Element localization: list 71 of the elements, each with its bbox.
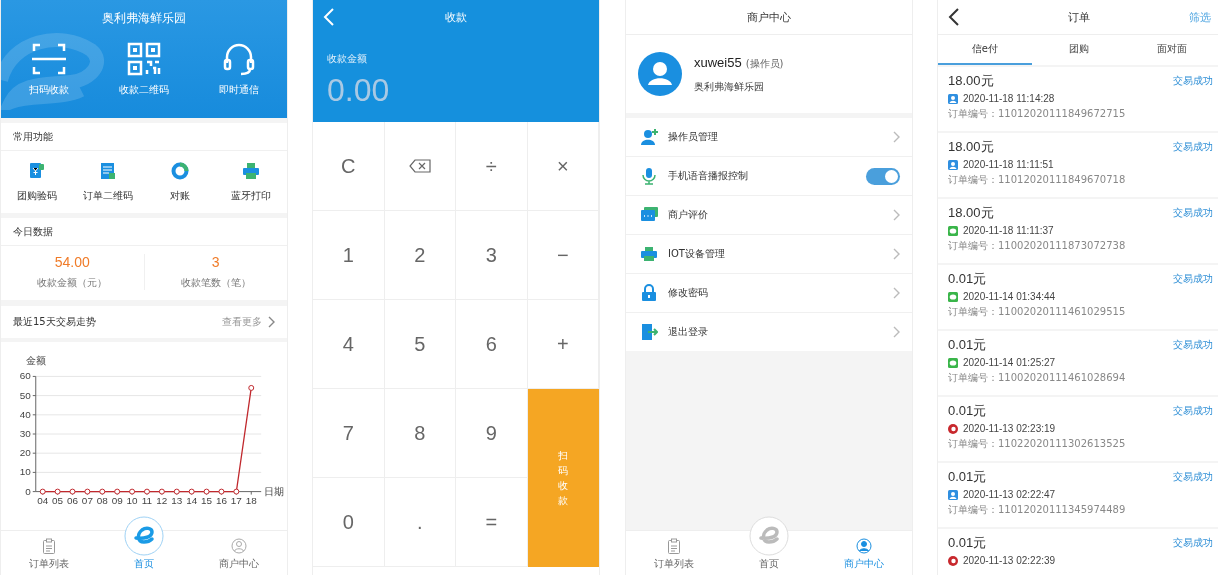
stat-value: 3	[211, 254, 220, 270]
order-status: 交易成功	[1173, 536, 1213, 550]
store-name: 奥利弗海鲜乐园	[694, 79, 765, 94]
tick-label: 60	[19, 370, 31, 382]
order-time: 2020-11-13 02:23:19	[963, 423, 1056, 434]
tick-label: 12	[156, 494, 168, 506]
order-amount: 0.01元	[948, 270, 987, 288]
tick-label: 05	[52, 494, 64, 506]
order-status: 交易成功	[1173, 470, 1213, 484]
page-title: 订单	[1067, 9, 1090, 25]
tick-label: 18	[245, 494, 257, 506]
tick-label: 07	[81, 494, 93, 506]
tick-label: 15	[201, 494, 213, 506]
tick-label: 09	[111, 494, 123, 506]
tick-label: 08	[96, 494, 108, 506]
tick-label: 04	[37, 494, 49, 506]
section-title: 常用功能	[1, 123, 287, 151]
order-time: 2020-11-18 11:14:28	[963, 93, 1055, 104]
order-number: 订单编号：11012020111849670718	[948, 173, 1127, 187]
tick-label: 16	[215, 494, 227, 506]
order-time: 2020-11-18 11:11:37	[963, 225, 1054, 236]
order-number: 订单编号：11002020111873072738	[948, 239, 1127, 253]
order-time: 2020-11-13 02:22:39	[963, 555, 1056, 566]
tick-label: 17	[230, 494, 242, 506]
order-status: 交易成功	[1173, 140, 1213, 154]
order-amount: 0.01元	[948, 468, 987, 486]
order-amount: 18.00元	[948, 204, 994, 222]
section-title: 今日数据	[1, 218, 287, 246]
order-number: 订单编号：11022020111302613525	[948, 437, 1127, 451]
order-status: 交易成功	[1173, 404, 1213, 418]
tick-label: 10	[19, 466, 31, 478]
axis-title: 日期	[264, 485, 285, 497]
order-number: 订单编号：11002020111461028694	[948, 371, 1127, 385]
tick-label: 13	[171, 494, 183, 506]
order-amount: 0.01元	[948, 336, 987, 354]
order-amount: 0.01元	[948, 534, 987, 552]
order-number: 订单编号：11002020111461029515	[948, 305, 1127, 319]
amount-label: 收款金额	[326, 52, 368, 66]
axis-title: 金额	[25, 355, 46, 367]
user-name: xuwei55	[694, 54, 742, 70]
order-amount: 18.00元	[948, 138, 994, 156]
order-amount: 0.01元	[948, 402, 987, 420]
order-time: 2020-11-13 02:22:47	[963, 489, 1056, 500]
tick-label: 0	[25, 485, 31, 497]
amount-display: 0.00	[326, 71, 391, 109]
page-title: 商户中心	[747, 9, 791, 25]
user-role: (操作员)	[745, 56, 784, 71]
order-time: 2020-11-14 01:34:44	[963, 291, 1056, 302]
tick-label: 10	[126, 494, 138, 506]
tick-label: 11	[141, 494, 153, 506]
tick-label: 14	[186, 494, 198, 506]
order-time: 2020-11-18 11:11:51	[963, 159, 1054, 170]
page-title: 收款	[445, 9, 467, 25]
stat-label: 收款金额（元）	[37, 276, 108, 290]
order-status: 交易成功	[1173, 74, 1213, 88]
order-status: 交易成功	[1173, 272, 1213, 286]
tick-label: 30	[19, 428, 31, 439]
tick-label: 50	[19, 389, 31, 401]
order-number: 订单编号：11012020111849672715	[948, 107, 1127, 121]
tick-label: 06	[67, 494, 78, 506]
tick-label: 20	[19, 447, 31, 459]
stat-value: 54.00	[54, 254, 90, 270]
order-time: 2020-11-14 01:25:27	[963, 357, 1056, 368]
page-title: 奥利弗海鲜乐园	[102, 10, 186, 27]
section-title: 最近15天交易走势	[13, 315, 96, 329]
order-amount: 18.00元	[948, 72, 994, 90]
order-status: 交易成功	[1173, 338, 1213, 352]
order-number: 订单编号：11012020111345974489	[948, 503, 1127, 517]
stat-label: 收款笔数（笔）	[180, 276, 251, 290]
order-status: 交易成功	[1173, 206, 1213, 220]
tick-label: 40	[19, 408, 31, 420]
